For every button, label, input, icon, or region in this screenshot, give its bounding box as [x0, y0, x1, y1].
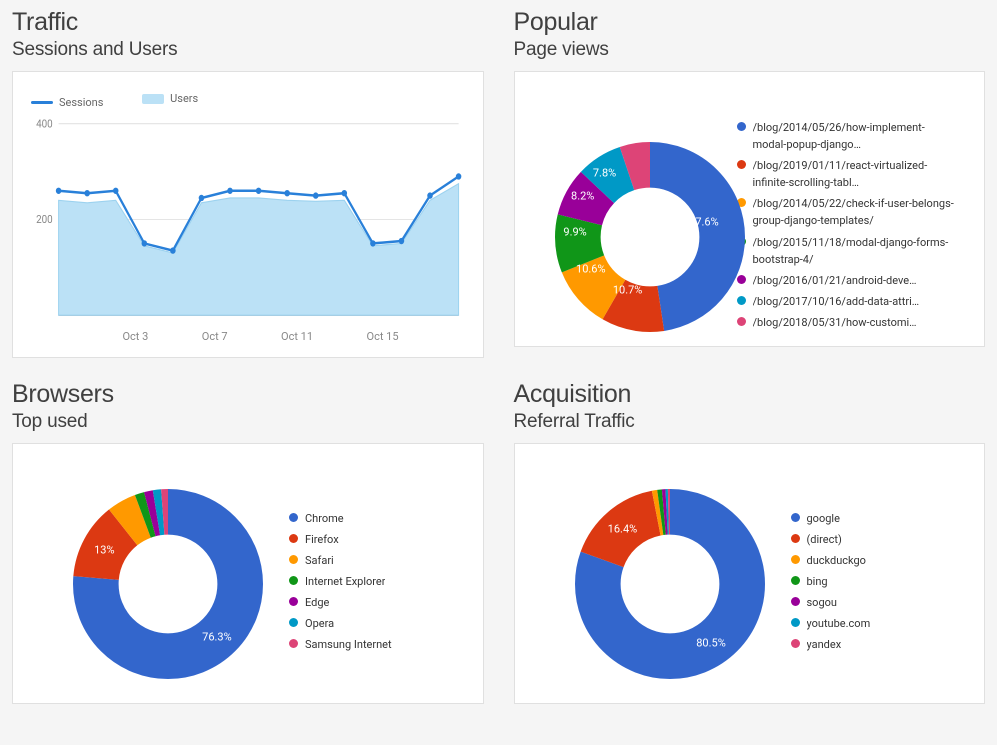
- area-swatch-icon: [142, 94, 164, 104]
- legend-dot-icon: [791, 576, 800, 585]
- legend-label: Edge: [305, 594, 329, 611]
- line-legend: Sessions Users: [31, 92, 465, 109]
- panel-acquisition: Acquisition Referral Traffic 80.5%16.4% …: [514, 380, 986, 704]
- panel-title: Popular: [514, 8, 986, 37]
- legend-item[interactable]: /blog/2017/10/16/add-data-attri…: [737, 293, 957, 310]
- legend-dot-icon: [791, 639, 800, 648]
- legend-label: Samsung Internet: [305, 636, 392, 653]
- legend-dot-icon: [289, 555, 298, 564]
- legend-users: Users: [142, 92, 216, 105]
- legend-label: /blog/2014/05/22/check-if-user-belongs-g…: [753, 195, 957, 229]
- legend-item[interactable]: Edge: [289, 594, 392, 611]
- legend-label: /blog/2017/10/16/add-data-attri…: [753, 293, 920, 310]
- panel-traffic: Traffic Sessions and Users Sessions User…: [12, 8, 484, 358]
- x-tick: Oct 7: [202, 330, 228, 343]
- referral-donut-chart[interactable]: 80.5%16.4%: [575, 489, 765, 679]
- x-tick: Oct 3: [122, 330, 148, 343]
- legend-item[interactable]: duckduckgo: [791, 552, 871, 569]
- svg-text:400: 400: [36, 117, 53, 130]
- legend-dot-icon: [289, 576, 298, 585]
- x-tick: Oct 15: [367, 330, 399, 343]
- legend-label: Opera: [305, 615, 334, 632]
- legend-item[interactable]: Chrome: [289, 510, 392, 527]
- legend-label: youtube.com: [807, 615, 871, 632]
- acquisition-card: 80.5%16.4% google (direct) duckduckgo bing s…: [514, 443, 986, 704]
- panel-popular: Popular Page views 47.6%10.7%10.6%9.9%8.…: [514, 8, 986, 358]
- x-tick: Oct 11: [281, 330, 313, 343]
- legend-label: yandex: [807, 636, 842, 653]
- legend-item[interactable]: /blog/2014/05/22/check-if-user-belongs-g…: [737, 195, 957, 229]
- panel-subtitle: Sessions and Users: [12, 39, 484, 61]
- panel-subtitle: Referral Traffic: [514, 411, 986, 433]
- page-views-legend: /blog/2014/05/26/how-implement-modal-pop…: [737, 119, 957, 335]
- browsers-legend: Chrome Firefox Safari Internet Explorer Edge…: [289, 510, 392, 657]
- legend-label: duckduckgo: [807, 552, 866, 569]
- legend-label: Internet Explorer: [305, 573, 385, 590]
- legend-item[interactable]: youtube.com: [791, 615, 871, 632]
- browsers-donut-chart[interactable]: 76.3%13%: [73, 489, 263, 679]
- svg-text:200: 200: [36, 212, 53, 226]
- legend-item[interactable]: google: [791, 510, 871, 527]
- legend-label: /blog/2016/01/21/android-deve…: [753, 272, 917, 289]
- legend-item[interactable]: /blog/2016/01/21/android-deve…: [737, 272, 957, 289]
- legend-label: Firefox: [305, 531, 339, 548]
- legend-item[interactable]: Internet Explorer: [289, 573, 392, 590]
- legend-item[interactable]: /blog/2019/01/11/react-virtualized-infin…: [737, 157, 957, 191]
- legend-dot-icon: [289, 513, 298, 522]
- legend-label: /blog/2018/05/31/how-customi…: [753, 314, 917, 331]
- legend-item[interactable]: /blog/2014/05/26/how-implement-modal-pop…: [737, 119, 957, 153]
- legend-label: sogou: [807, 594, 837, 611]
- legend-item[interactable]: Safari: [289, 552, 392, 569]
- referral-legend: google (direct) duckduckgo bing sogou youtube…: [791, 510, 871, 657]
- legend-dot-icon: [791, 597, 800, 606]
- sessions-users-line-chart[interactable]: 400 200: [31, 117, 465, 322]
- line-swatch-icon: [31, 101, 53, 104]
- popular-card: 47.6%10.7%10.6%9.9%8.2%7.8% /blog/2014/0…: [514, 71, 986, 347]
- panel-title: Traffic: [12, 8, 484, 37]
- legend-label: Users: [170, 92, 198, 105]
- legend-dot-icon: [289, 534, 298, 543]
- legend-item[interactable]: (direct): [791, 531, 871, 548]
- legend-item[interactable]: Opera: [289, 615, 392, 632]
- legend-dot-icon: [791, 534, 800, 543]
- legend-label: Chrome: [305, 510, 344, 527]
- legend-item[interactable]: Firefox: [289, 531, 392, 548]
- traffic-card: Sessions Users 400 200 Oct 3 Oct 7 Oct 11…: [12, 71, 484, 358]
- legend-item[interactable]: /blog/2015/11/18/modal-django-forms-boot…: [737, 234, 957, 268]
- legend-sessions: Sessions: [31, 96, 121, 109]
- page-views-donut-chart[interactable]: 47.6%10.7%10.6%9.9%8.2%7.8%: [555, 142, 725, 312]
- legend-label: Safari: [305, 552, 334, 569]
- legend-label: /blog/2014/05/26/how-implement-modal-pop…: [753, 119, 957, 153]
- x-axis-labels: Oct 3 Oct 7 Oct 11 Oct 15: [31, 326, 465, 343]
- legend-item[interactable]: sogou: [791, 594, 871, 611]
- legend-label: (direct): [807, 531, 842, 548]
- legend-label: google: [807, 510, 840, 527]
- panel-title: Browsers: [12, 380, 484, 409]
- browsers-card: 76.3%13% Chrome Firefox Safari Internet Exp…: [12, 443, 484, 704]
- legend-dot-icon: [289, 639, 298, 648]
- legend-label: Sessions: [59, 96, 103, 109]
- legend-label: bing: [807, 573, 828, 590]
- legend-dot-icon: [289, 618, 298, 627]
- panel-title: Acquisition: [514, 380, 986, 409]
- legend-dot-icon: [791, 618, 800, 627]
- legend-item[interactable]: Samsung Internet: [289, 636, 392, 653]
- legend-dot-icon: [289, 597, 298, 606]
- legend-item[interactable]: bing: [791, 573, 871, 590]
- legend-label: /blog/2019/01/11/react-virtualized-infin…: [753, 157, 957, 191]
- legend-item[interactable]: /blog/2018/05/31/how-customi…: [737, 314, 957, 331]
- panel-browsers: Browsers Top used 76.3%13% Chrome Firefox…: [12, 380, 484, 704]
- panel-subtitle: Page views: [514, 39, 986, 61]
- legend-dot-icon: [791, 555, 800, 564]
- legend-dot-icon: [791, 513, 800, 522]
- legend-label: /blog/2015/11/18/modal-django-forms-boot…: [753, 234, 957, 268]
- legend-dot-icon: [737, 122, 746, 131]
- panel-subtitle: Top used: [12, 411, 484, 433]
- legend-item[interactable]: yandex: [791, 636, 871, 653]
